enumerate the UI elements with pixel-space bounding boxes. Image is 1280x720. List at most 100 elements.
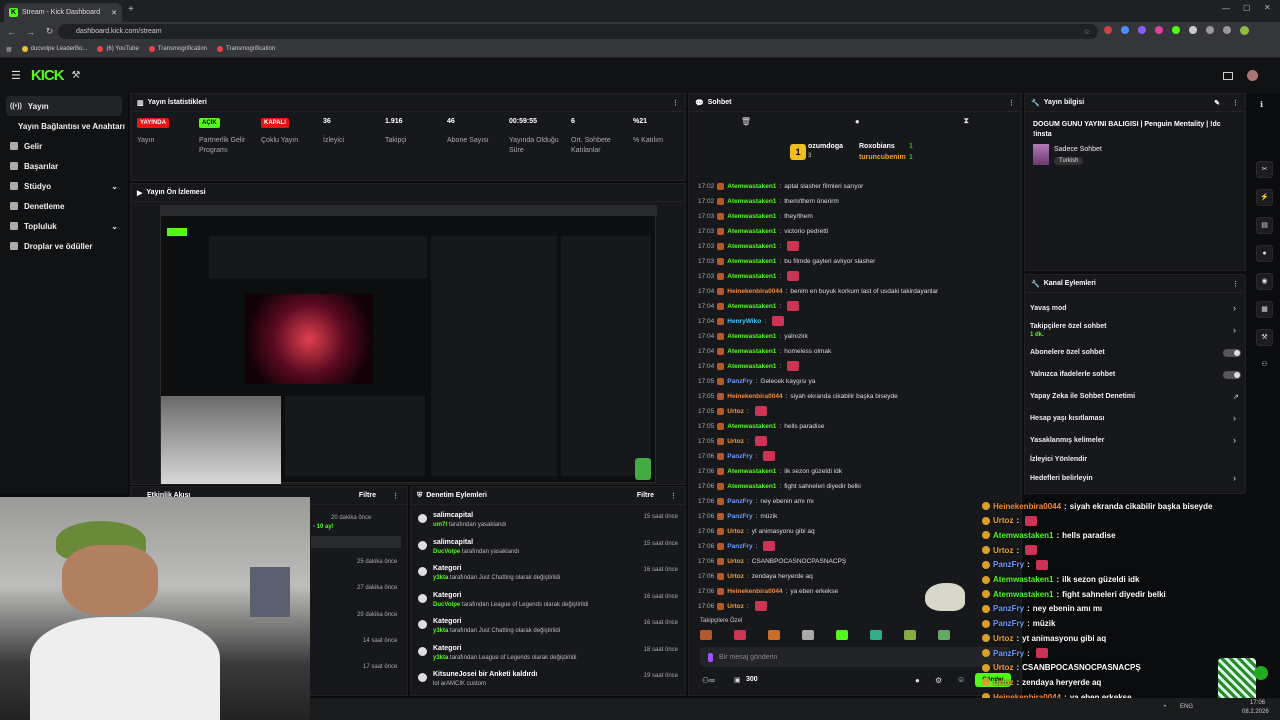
emotes-only-toggle[interactable]	[1223, 371, 1241, 379]
pinned-user[interactable]: ozumdoga	[808, 143, 843, 150]
mic-icon[interactable]	[708, 652, 713, 662]
chat-username[interactable]: Atemwastaken1	[727, 483, 776, 490]
chat-username[interactable]: Atemwastaken1	[727, 423, 776, 430]
extension-icon[interactable]	[1104, 26, 1112, 34]
more-icon[interactable]: ⋮	[1008, 99, 1015, 107]
url-input[interactable]: dashboard.kick.com/stream ☆	[58, 24, 1098, 39]
bookmark-item[interactable]: (6) YouTube	[97, 46, 139, 52]
chat-username[interactable]: Atemwastaken1	[727, 468, 776, 475]
raid-item[interactable]: İzleyici Yönlendir	[1030, 456, 1087, 463]
rail-button-chat-icon[interactable]: ●	[1256, 245, 1273, 262]
slow-mode-item[interactable]: Yavaş mod	[1030, 305, 1067, 312]
banned-words-item[interactable]: Yasaklanmış kelimeler	[1030, 437, 1104, 444]
rail-button-clip-icon[interactable]: ✂	[1256, 161, 1273, 178]
moderation-row[interactable]: Kategori y3kta tarafından Just Chatting o…	[416, 563, 686, 589]
sidebar-item-basarilar[interactable]: Başarılar	[0, 156, 128, 176]
kick-logo[interactable]: KICK	[31, 67, 65, 84]
trash-icon[interactable]: 🗑	[741, 117, 751, 126]
external-link-icon[interactable]: ⇗	[1233, 393, 1239, 401]
clock-time[interactable]: 17:06	[1250, 700, 1265, 706]
chat-username[interactable]: Urtoz	[727, 603, 744, 610]
language-indicator[interactable]: ENG	[1180, 704, 1193, 710]
goals-item[interactable]: Hedefleri belirleyin	[1030, 475, 1093, 482]
tray-chevron-icon[interactable]: ⌃	[1162, 704, 1168, 712]
chevron-right-icon[interactable]: ›	[1233, 435, 1236, 445]
extension-icon[interactable]	[1155, 26, 1163, 34]
extension-icon[interactable]	[1138, 26, 1146, 34]
extensions-icon[interactable]	[1189, 26, 1197, 34]
chat-username[interactable]: PanzFry	[727, 453, 752, 460]
chat-input[interactable]: Bir mesaj gönderin	[700, 647, 1010, 667]
emote-icon[interactable]	[734, 630, 746, 640]
chat-username[interactable]: Atemwastaken1	[727, 363, 776, 370]
settings-gear-icon[interactable]: ⚙	[935, 676, 942, 685]
reload-icon[interactable]: ↻	[44, 26, 55, 37]
emote-icon[interactable]	[802, 630, 814, 640]
extension-icon[interactable]	[1172, 26, 1180, 34]
user-avatar[interactable]	[1247, 70, 1258, 81]
window-close-icon[interactable]: ✕	[1264, 3, 1271, 12]
moderation-row[interactable]: Kategori y3kta tarafından League of Legen…	[416, 643, 686, 669]
menu-icon[interactable]: ☰	[11, 69, 21, 82]
more-icon[interactable]: ⋮	[1232, 99, 1239, 107]
moderation-row[interactable]: salimcapital um7t tarafından yasaklandı 15…	[416, 510, 686, 536]
filter-button[interactable]: Filtre	[637, 492, 654, 499]
emote-picker-icon[interactable]: ☺	[957, 675, 965, 684]
restore-icon[interactable]: ▢	[1243, 3, 1251, 12]
bookmark-item[interactable]: Transmogrification	[217, 46, 275, 52]
chat-username[interactable]: Urtoz	[727, 408, 744, 415]
more-icon[interactable]: ⋮	[1232, 280, 1239, 288]
new-tab-icon[interactable]: +	[128, 4, 134, 15]
speech-bubble-icon[interactable]: ●	[855, 117, 860, 126]
chat-username[interactable]: PanzFry	[727, 498, 752, 505]
chat-username[interactable]: Atemwastaken1	[727, 243, 776, 250]
activity-row-highlight[interactable]	[311, 536, 401, 548]
more-icon[interactable]: ⋮	[672, 99, 679, 107]
emote-icon[interactable]	[904, 630, 916, 640]
chat-username[interactable]: Atemwastaken1	[727, 348, 776, 355]
chevron-right-icon[interactable]: ›	[1233, 473, 1236, 483]
chevron-right-icon[interactable]: ›	[1233, 325, 1236, 335]
bookmark-star-icon[interactable]: ☆	[1084, 28, 1090, 36]
forward-icon[interactable]: →	[25, 27, 36, 37]
chat-username[interactable]: Urtoz	[727, 528, 744, 535]
profile-avatar[interactable]	[1240, 26, 1249, 35]
chat-username[interactable]: Atemwastaken1	[727, 213, 776, 220]
category-name[interactable]: Sadece Sohbet	[1054, 146, 1102, 153]
sidebar-item-gelir[interactable]: Gelir	[0, 136, 128, 156]
info-icon[interactable]: ℹ	[1260, 100, 1263, 109]
emote-icon[interactable]	[870, 630, 882, 640]
followers-only-item[interactable]: Takipçilere özel sohbet	[1030, 323, 1107, 330]
moderation-row[interactable]: KitsuneJosei bir Anketi kaldırdı lol arA…	[416, 669, 686, 695]
rail-button-tool-icon[interactable]: ⚒	[1256, 329, 1273, 346]
chat-username[interactable]: PanzFry	[727, 513, 752, 520]
category-thumbnail[interactable]	[1033, 144, 1049, 165]
pinned-user[interactable]: turuncubenim	[859, 154, 906, 161]
chat-username[interactable]: Atemwastaken1	[727, 258, 776, 265]
download-icon[interactable]	[1206, 26, 1214, 34]
rail-button-stats-icon[interactable]: ▦	[1256, 301, 1273, 318]
pinned-user[interactable]: Roxobians	[859, 143, 895, 150]
chat-username[interactable]: HenryWiko	[727, 318, 761, 325]
emote-icon[interactable]	[938, 630, 950, 640]
chevron-right-icon[interactable]: ›	[1233, 413, 1236, 423]
rail-button-note-icon[interactable]: ▤	[1256, 217, 1273, 234]
chat-username[interactable]: Atemwastaken1	[727, 228, 776, 235]
emote-icon[interactable]	[700, 630, 712, 640]
chat-username[interactable]: Atemwastaken1	[727, 333, 776, 340]
moderation-row[interactable]: salimcapital DucVolpe tarafından yasaklan…	[416, 537, 686, 563]
layout-icon[interactable]	[1223, 71, 1233, 80]
close-tab-icon[interactable]: ✕	[111, 9, 117, 17]
ai-moderation-item[interactable]: Yapay Zeka ile Sohbet Denetimi	[1030, 393, 1135, 400]
chat-username[interactable]: Heinekenbira0044	[727, 393, 782, 400]
chat-username[interactable]: Atemwastaken1	[727, 303, 776, 310]
sidebar-item-topluluk[interactable]: Topluluk ⌄	[0, 216, 128, 236]
rail-button-community-icon[interactable]: ⚇	[1256, 357, 1273, 374]
sidebar-item-stream-key[interactable]: Yayın Bağlantısı ve Anahtarı	[0, 116, 128, 136]
chat-username[interactable]: Urtoz	[727, 558, 744, 565]
more-icon[interactable]: ⋮	[670, 492, 677, 500]
chat-username[interactable]: Atemwastaken1	[727, 273, 776, 280]
chat-username[interactable]: Urtoz	[727, 573, 744, 580]
edit-pencil-icon[interactable]: ✎	[1214, 99, 1220, 107]
tools-icon[interactable]: ⚒	[72, 70, 81, 81]
